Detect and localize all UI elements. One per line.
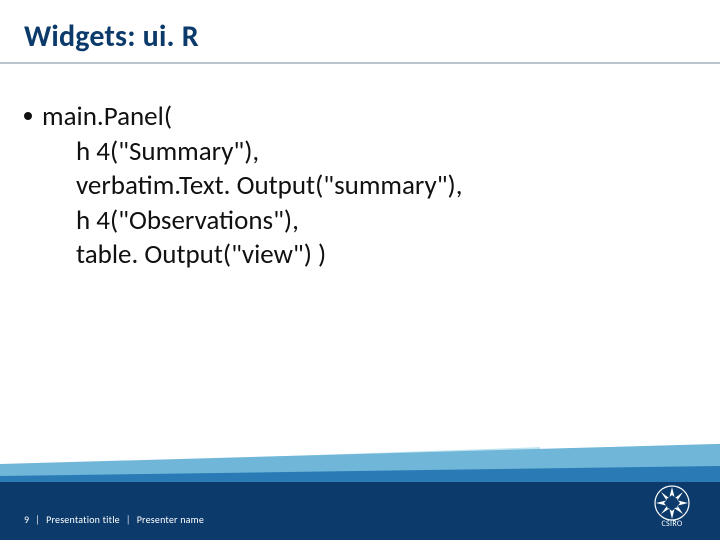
slide: Widgets: ui. R main.Panel( h 4("Summary"… — [0, 0, 720, 540]
code-line: verbatim.Text. Output("summary"), — [24, 169, 696, 204]
presenter-name: Presenter name — [137, 513, 204, 526]
slide-body: main.Panel( h 4("Summary"), verbatim.Tex… — [24, 100, 696, 273]
footer-separator: | — [126, 513, 131, 526]
code-line: h 4("Summary"), — [24, 135, 696, 170]
footer-band: 9 | Presentation title | Presenter name — [0, 468, 720, 540]
page-number: 9 — [24, 513, 29, 526]
presentation-title: Presentation title — [46, 513, 120, 526]
footer-text: 9 | Presentation title | Presenter name — [24, 513, 204, 526]
bullet-lead-text: main.Panel( — [42, 100, 172, 135]
csiro-logo-text: CSIRO — [661, 519, 682, 529]
code-line: table. Output("view") ) — [24, 238, 696, 273]
footer-dark-stripe — [0, 482, 720, 540]
footer-separator: | — [35, 513, 40, 526]
csiro-logo: CSIRO — [646, 480, 698, 532]
code-line: h 4("Observations"), — [24, 204, 696, 239]
bullet-dot-icon — [24, 112, 32, 120]
title-underline — [0, 62, 720, 64]
bullet-item: main.Panel( — [24, 100, 696, 135]
csiro-logo-icon — [652, 483, 692, 523]
slide-title: Widgets: ui. R — [24, 18, 199, 55]
